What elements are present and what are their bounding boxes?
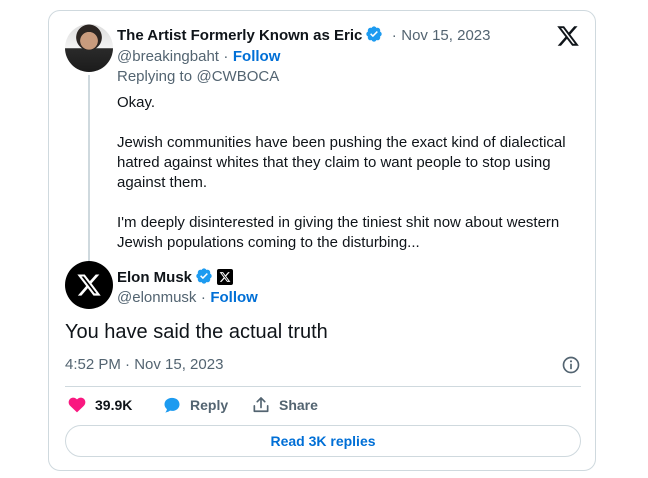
share-button[interactable]: Share: [251, 393, 318, 417]
follow-button[interactable]: Follow: [233, 48, 281, 65]
heart-icon: [68, 397, 86, 413]
info-icon[interactable]: [561, 355, 581, 375]
reply-header-line: The Artist Formerly Known as Eric · Nov …: [117, 25, 490, 45]
main-author-name[interactable]: Elon Musk: [117, 269, 192, 286]
reply-handle[interactable]: @breakingbaht: [117, 48, 219, 65]
main-handle-line: @elonmusk · Follow: [117, 289, 258, 307]
like-button[interactable]: 39.9K: [67, 393, 132, 417]
elon-avatar[interactable]: [65, 261, 113, 309]
reply-author-name[interactable]: The Artist Formerly Known as Eric: [117, 27, 362, 44]
reply-date[interactable]: Nov 15, 2023: [401, 27, 490, 44]
reply-button[interactable]: Reply: [162, 393, 228, 417]
read-replies-button[interactable]: Read 3K replies: [65, 425, 581, 457]
reply-bubble-icon: [164, 397, 180, 413]
separator-dot: ·: [200, 289, 206, 306]
separator-dot: ·: [223, 48, 229, 65]
author-avatar[interactable]: [65, 24, 113, 72]
main-handle[interactable]: @elonmusk: [117, 289, 196, 306]
tweet-embed-card: The Artist Formerly Known as Eric · Nov …: [48, 10, 596, 471]
verified-badge-icon: [196, 268, 212, 284]
main-header-line: Elon Musk: [117, 267, 234, 287]
reply-handle-line: @breakingbaht · Follow: [117, 48, 280, 66]
replying-to-line: Replying to @CWBOCA: [117, 68, 279, 86]
replying-to-label: Replying to: [117, 68, 193, 85]
replying-to-handle[interactable]: @CWBOCA: [197, 68, 280, 85]
x-logo-icon[interactable]: [556, 24, 580, 48]
follow-button[interactable]: Follow: [210, 289, 258, 306]
separator-dot: ·: [391, 27, 397, 44]
x-logo-icon: [77, 274, 101, 296]
divider: [65, 386, 581, 387]
main-timestamp[interactable]: 4:52 PM · Nov 15, 2023: [65, 356, 223, 373]
affiliation-x-icon: [217, 269, 234, 285]
reply-paragraph: Jewish communities have been pushing the…: [117, 134, 566, 191]
thread-connector-line: [88, 75, 90, 265]
verified-badge-icon: [366, 26, 383, 42]
share-icon: [253, 397, 269, 413]
share-label: Share: [279, 397, 318, 413]
reply-paragraph: Okay.: [117, 94, 156, 111]
like-count: 39.9K: [95, 397, 133, 413]
main-tweet-text: You have said the actual truth: [65, 321, 328, 343]
reply-label: Reply: [190, 397, 229, 413]
reply-paragraph: I'm deeply disinterested in giving the t…: [117, 214, 560, 251]
